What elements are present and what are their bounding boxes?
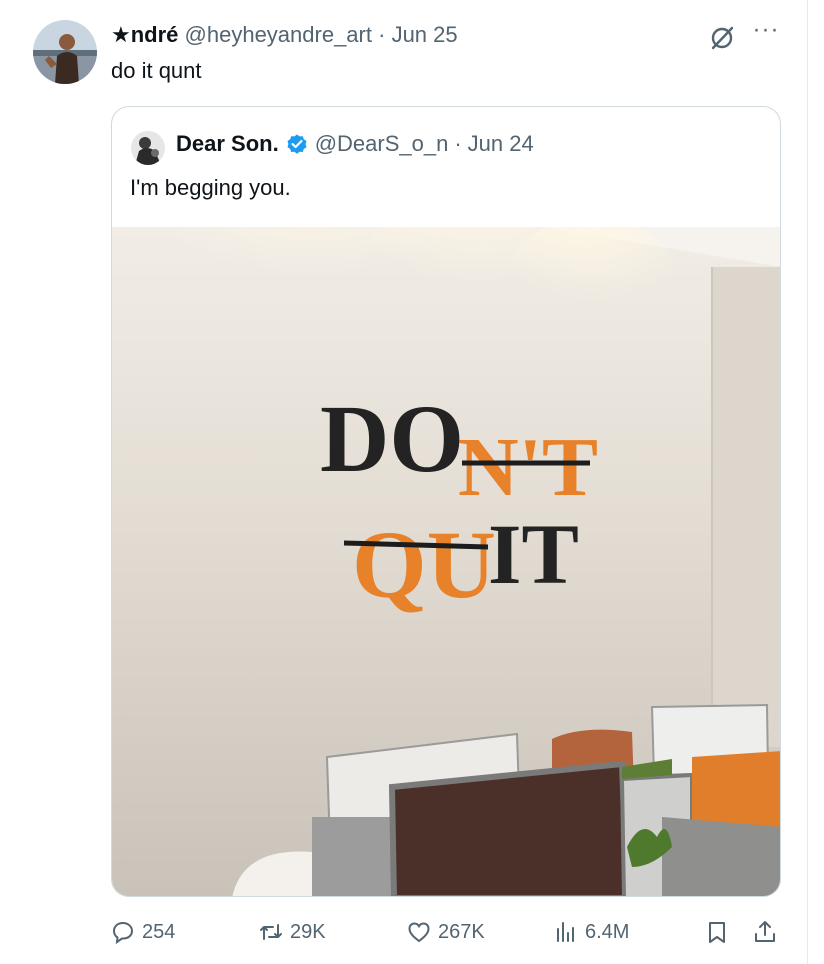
sign-letters-nt: N'T xyxy=(458,421,598,514)
views-icon xyxy=(557,922,574,942)
corner-wall xyxy=(712,267,780,747)
sign-letters-do: DO xyxy=(320,385,464,492)
quoted-date[interactable]: Jun 24 xyxy=(468,129,534,159)
tweet: ★ndré @heyheyandre_art · Jun 25 do it qu… xyxy=(0,0,808,964)
repost-count: 29K xyxy=(290,920,326,943)
repost-button[interactable]: 29K xyxy=(258,910,326,954)
like-button[interactable]: 267K xyxy=(406,910,485,954)
quoted-avatar-image xyxy=(131,131,165,165)
like-count: 267K xyxy=(438,920,485,943)
reply-count: 254 xyxy=(142,920,176,943)
grok-icon[interactable] xyxy=(706,22,738,54)
views-button[interactable]: 6.4M xyxy=(553,910,629,954)
more-options-icon[interactable]: ··· xyxy=(749,18,783,52)
sign-letters-qu: QU xyxy=(352,511,496,618)
bookmark-button[interactable] xyxy=(704,910,730,954)
quoted-header: Dear Son. @DearS_o_n · Jun 24 xyxy=(176,129,534,159)
share-button[interactable] xyxy=(752,910,778,954)
tweet-text: do it qunt xyxy=(111,58,202,83)
author-name[interactable]: ★ndré xyxy=(111,22,178,47)
reply-icon xyxy=(112,921,134,945)
author-avatar[interactable] xyxy=(33,20,97,84)
quoted-author-name[interactable]: Dear Son. xyxy=(176,129,279,159)
quoted-photo[interactable]: DO N'T QU IT xyxy=(112,227,781,897)
tweet-header: ★ndré @heyheyandre_art · Jun 25 xyxy=(111,20,458,50)
reply-button[interactable]: 254 xyxy=(110,910,175,954)
tweet-date[interactable]: Jun 25 xyxy=(392,22,458,47)
right-desk xyxy=(662,817,780,896)
verified-badge-icon xyxy=(285,132,309,156)
quoted-author-handle[interactable]: @DearS_o_n xyxy=(315,129,449,159)
heart-icon xyxy=(408,922,430,943)
share-icon xyxy=(755,921,775,942)
repost-icon xyxy=(260,924,282,940)
action-bar: 254 29K 267K 6.4M xyxy=(0,910,808,954)
dark-partition-panel xyxy=(388,760,630,896)
author-handle[interactable]: @heyheyandre_art xyxy=(185,22,372,47)
avatar-image xyxy=(33,20,97,84)
quoted-tweet[interactable]: Dear Son. @DearS_o_n · Jun 24 I'm beggin… xyxy=(111,106,781,897)
quoted-author-avatar[interactable] xyxy=(131,131,165,165)
quoted-separator: · xyxy=(454,131,462,156)
separator: · xyxy=(378,22,386,47)
bookmark-icon xyxy=(709,922,725,943)
views-count: 6.4M xyxy=(585,920,630,943)
sign-letters-it: IT xyxy=(488,506,579,602)
quoted-text: I'm begging you. xyxy=(130,175,291,200)
